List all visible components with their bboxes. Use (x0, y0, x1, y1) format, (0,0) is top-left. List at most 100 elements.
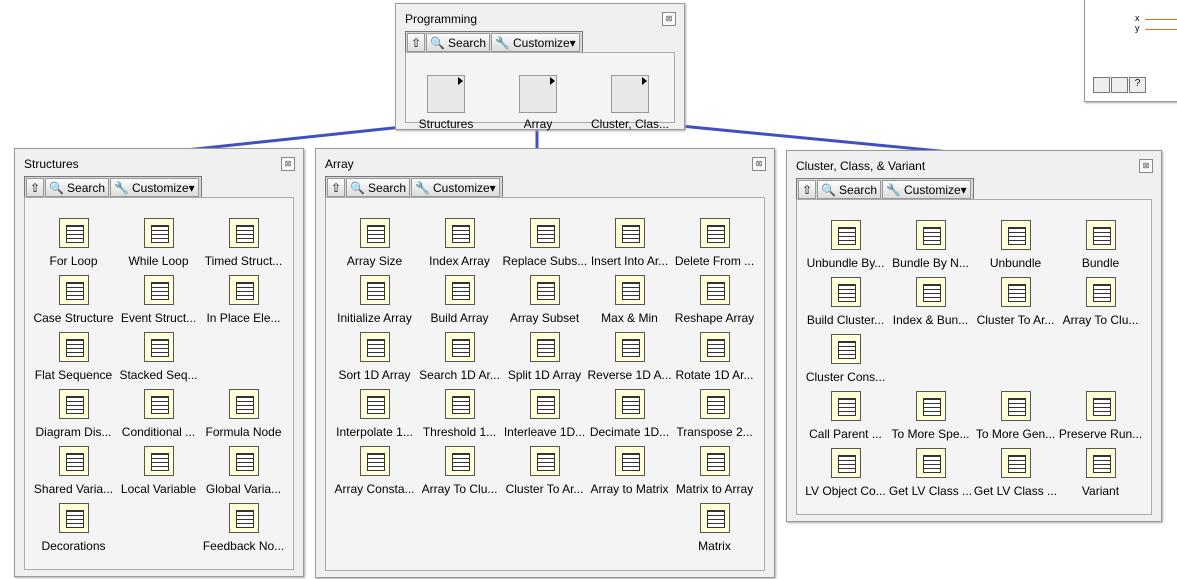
palette-item-formula-node[interactable]: Formula Node (201, 384, 286, 441)
palette-item-decimate-1d[interactable]: Decimate 1D... (587, 384, 672, 441)
palette-item-stacked-seq[interactable]: Stacked Seq... (116, 327, 201, 384)
palette-item-array[interactable]: Array (492, 58, 584, 133)
search-button[interactable]: 🔍 Search (817, 180, 882, 199)
palette-item-for-loop[interactable]: For Loop (31, 213, 116, 270)
palette-item-sort-1d-array[interactable]: Sort 1D Array (332, 327, 417, 384)
palette-item-array-size[interactable]: Array Size (332, 213, 417, 270)
palette-items: Array Size Index Array Replace Subs... Inse… (332, 213, 757, 555)
palette-item-matrix[interactable]: Matrix (672, 498, 757, 555)
corner-window: x y ? (1084, 0, 1177, 102)
palette-item-max-min[interactable]: Max & Min (587, 270, 672, 327)
palette-item-index-array[interactable]: Index Array (417, 213, 502, 270)
split-1d-array-icon (529, 332, 560, 362)
array-to-clu-icon (1085, 277, 1116, 307)
palette-item-initialize-array[interactable]: Initialize Array (332, 270, 417, 327)
palette-item-array-subset[interactable]: Array Subset (502, 270, 587, 327)
palette-item-local-variable[interactable]: Local Variable (116, 441, 201, 498)
palette-item-unbundle-by[interactable]: Unbundle By... (803, 215, 888, 272)
palette-item-case-structure[interactable]: Case Structure (31, 270, 116, 327)
palette-item-preserve-run[interactable]: Preserve Run... (1058, 386, 1143, 443)
stacked-seq-icon (143, 332, 174, 362)
search-button[interactable]: 🔍 Search (426, 33, 491, 52)
build-array-icon (444, 275, 475, 305)
decorations-icon (58, 503, 89, 533)
palette-item-lv-object-co[interactable]: LV Object Co... (803, 443, 888, 500)
close-icon[interactable]: ⊠ (752, 157, 766, 171)
max-min-icon (614, 275, 645, 305)
global-varia-icon (228, 446, 259, 476)
up-button[interactable]: ⇧ (798, 180, 817, 199)
palette-item-call-parent[interactable]: Call Parent ... (803, 386, 888, 443)
palette-item-array-consta[interactable]: Array Consta... (332, 441, 417, 498)
palette-item-reverse-1d-a[interactable]: Reverse 1D A... (587, 327, 672, 384)
palette-item-matrix-to-array[interactable]: Matrix to Array (672, 441, 757, 498)
palette-item-to-more-gen[interactable]: To More Gen... (973, 386, 1058, 443)
lock-icon[interactable] (1111, 77, 1128, 93)
palette-item-array-to-clu[interactable]: Array To Clu... (1058, 272, 1143, 329)
close-icon[interactable]: ⊠ (281, 157, 295, 171)
up-button[interactable]: ⇧ (407, 33, 426, 52)
search-button[interactable]: 🔍 Search (346, 178, 411, 197)
customize-button[interactable]: 🔧 Customize▾ (411, 178, 500, 197)
unbundle-by-icon (830, 220, 861, 250)
palette-item-index-bun[interactable]: Index & Bun... (888, 272, 973, 329)
palette-item-timed-struct[interactable]: Timed Struct... (201, 213, 286, 270)
palette-item-cluster-cons[interactable]: Cluster Cons... (803, 329, 888, 386)
palette-item-reshape-array[interactable]: Reshape Array (672, 270, 757, 327)
palette-toolbar: ⇧ 🔍 Search 🔧 Customize▾ (796, 178, 974, 201)
palette-item-cluster-to-ar[interactable]: Cluster To Ar... (973, 272, 1058, 329)
customize-button[interactable]: 🔧 Customize▾ (110, 178, 199, 197)
palette-item-structures[interactable]: Structures (400, 58, 492, 133)
palette-item-cluster-to-ar[interactable]: Cluster To Ar... (502, 441, 587, 498)
palette-item-get-lv-class[interactable]: Get LV Class ... (888, 443, 973, 500)
close-icon[interactable]: ⊠ (1139, 159, 1153, 173)
search-1d-ar-icon (444, 332, 475, 362)
customize-button[interactable]: 🔧 Customize▾ (491, 33, 580, 52)
help-icon[interactable]: ? (1129, 77, 1146, 93)
palette-item-bundle-by-n[interactable]: Bundle By N... (888, 215, 973, 272)
palette-item-search-1d-ar[interactable]: Search 1D Ar... (417, 327, 502, 384)
palette-item-build-cluster[interactable]: Build Cluster... (803, 272, 888, 329)
palette-item-unbundle[interactable]: Unbundle (973, 215, 1058, 272)
customize-button[interactable]: 🔧 Customize▾ (882, 180, 971, 199)
close-icon[interactable]: ⊠ (662, 12, 676, 26)
palette-item-shared-varia[interactable]: Shared Varia... (31, 441, 116, 498)
palette-item-get-lv-class[interactable]: Get LV Class ... (973, 443, 1058, 500)
palette-item-flat-sequence[interactable]: Flat Sequence (31, 327, 116, 384)
palette-item-split-1d-array[interactable]: Split 1D Array (502, 327, 587, 384)
palette-item-decorations[interactable]: Decorations (31, 498, 116, 555)
palette-item-interpolate-1[interactable]: Interpolate 1... (332, 384, 417, 441)
palette-item-cluster-clas[interactable]: Cluster, Clas... (584, 58, 676, 133)
lv-object-co-icon (830, 448, 861, 478)
palette-item-build-array[interactable]: Build Array (417, 270, 502, 327)
palette-item-transpose-2[interactable]: Transpose 2... (672, 384, 757, 441)
for-loop-icon (58, 218, 89, 248)
cluster-palette: Cluster, Class, & Variant ⊠ ⇧ 🔍 Search 🔧 C… (786, 150, 1162, 522)
palette-item-bundle[interactable]: Bundle (1058, 215, 1143, 272)
palette-item-in-place-ele[interactable]: In Place Ele... (201, 270, 286, 327)
array-palette: Array ⊠ ⇧ 🔍 Search 🔧 Customize▾ Array Size… (315, 148, 775, 578)
search-button[interactable]: 🔍 Search (45, 178, 110, 197)
palette-item-array-to-matrix[interactable]: Array to Matrix (587, 441, 672, 498)
palette-item-insert-into-ar[interactable]: Insert Into Ar... (587, 213, 672, 270)
up-button[interactable]: ⇧ (327, 178, 346, 197)
palette-item-while-loop[interactable]: While Loop (116, 213, 201, 270)
palette-item-to-more-spe[interactable]: To More Spe... (888, 386, 973, 443)
block-diagram-icon[interactable] (1093, 77, 1110, 93)
palette-title: Programming (405, 12, 478, 26)
palette-item-threshold-1[interactable]: Threshold 1... (417, 384, 502, 441)
palette-item-interleave-1d[interactable]: Interleave 1D... (502, 384, 587, 441)
palette-item-rotate-1d-ar[interactable]: Rotate 1D Ar... (672, 327, 757, 384)
palette-item-replace-subs[interactable]: Replace Subs... (502, 213, 587, 270)
palette-item-conditional[interactable]: Conditional ... (116, 384, 201, 441)
get-lv-class-icon (915, 448, 946, 478)
palette-item-delete-from[interactable]: Delete From ... (672, 213, 757, 270)
palette-item-array-to-clu[interactable]: Array To Clu... (417, 441, 502, 498)
array-consta-icon (359, 446, 390, 476)
palette-item-feedback-no[interactable]: Feedback No... (201, 498, 286, 555)
palette-item-diagram-dis[interactable]: Diagram Dis... (31, 384, 116, 441)
palette-item-event-struct[interactable]: Event Struct... (116, 270, 201, 327)
up-button[interactable]: ⇧ (26, 178, 45, 197)
palette-item-global-varia[interactable]: Global Varia... (201, 441, 286, 498)
palette-item-variant[interactable]: Variant (1058, 443, 1143, 500)
